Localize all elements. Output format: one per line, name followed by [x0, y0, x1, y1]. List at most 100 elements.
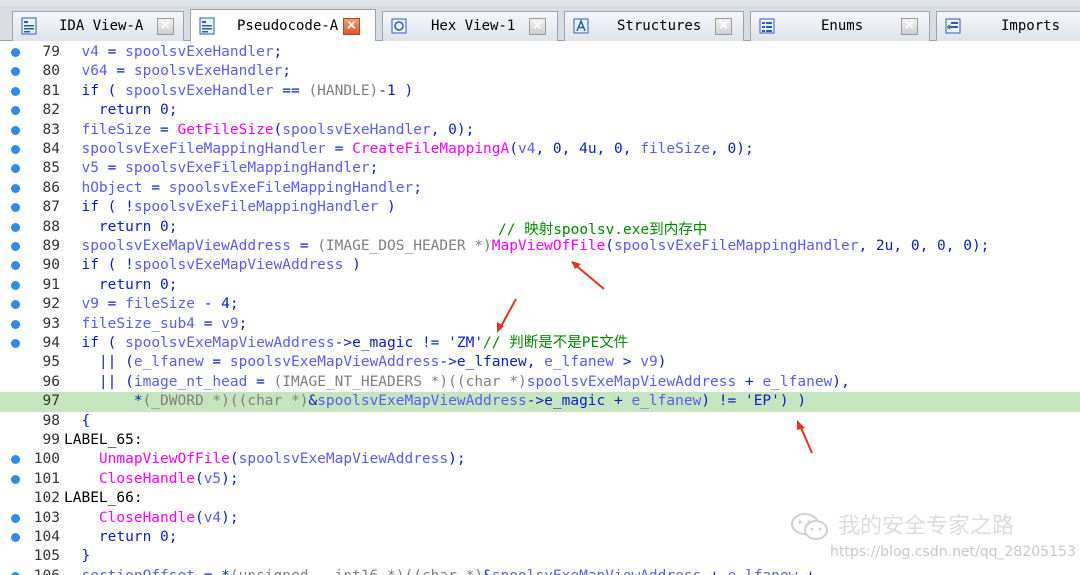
code-text: v5 = spoolsvExeFileMappingHandler;: [64, 159, 378, 178]
tab-structures[interactable]: Structures ×: [564, 11, 744, 41]
code-token: if (: [81, 82, 126, 99]
breakpoint-dot-icon[interactable]: [11, 339, 20, 348]
code-line[interactable]: 91 return 0;: [0, 276, 1080, 295]
breakpoint-dot-icon[interactable]: [11, 48, 20, 57]
code-line[interactable]: 106 sectionOffset = *(unsigned __int16 *…: [0, 567, 1080, 575]
code-line[interactable]: 81 if ( spoolsvExeHandler == (HANDLE)-1 …: [0, 82, 1080, 101]
breakpoint-dot-icon[interactable]: [11, 455, 20, 465]
breakpoint-dot-icon[interactable]: [11, 513, 20, 523]
code-token: {: [81, 412, 91, 429]
code-line[interactable]: 83 fileSize = GetFileSize(spoolsvExeHand…: [0, 121, 1080, 140]
code-line[interactable]: 84 spoolsvExeFileMappingHandler = Create…: [0, 140, 1080, 159]
code-text: }: [64, 547, 90, 566]
code-line[interactable]: 89 spoolsvExeMapViewAddress = (IMAGE_DOS…: [0, 237, 1080, 256]
close-icon[interactable]: ×: [529, 18, 546, 35]
code-line[interactable]: 99 LABEL_65:: [0, 431, 1080, 450]
identifier: e_lfanew: [133, 354, 204, 371]
breakpoint-dot-icon[interactable]: [11, 164, 20, 174]
wechat-icon: [791, 513, 828, 540]
code-token: ;: [282, 63, 292, 80]
code-line[interactable]: 79 v4 = spoolsvExeHandler;: [0, 43, 1080, 62]
code-token: =: [98, 44, 126, 60]
breakpoint-dot-icon[interactable]: [11, 319, 20, 329]
line-number: 101: [33, 470, 60, 487]
code-line[interactable]: 82 return 0;: [0, 101, 1080, 120]
breakpoint-dot-icon[interactable]: [11, 222, 20, 232]
code-text: || (image_nt_head = (IMAGE_NT_HEADERS *)…: [64, 373, 850, 392]
identifier: e_lfanew: [728, 568, 798, 575]
identifier: spoolsvExeHandler: [125, 82, 274, 99]
breakpoint-dot-icon[interactable]: [11, 145, 20, 154]
code-line[interactable]: 102 LABEL_66:: [0, 489, 1080, 508]
code-text: hObject = spoolsvExeFileMappingHandler;: [64, 179, 421, 198]
code-line[interactable]: 85 v5 = spoolsvExeFileMappingHandler;: [0, 159, 1080, 178]
breakpoint-dot-icon[interactable]: [11, 203, 20, 213]
code-text: CloseHandle(v4);: [64, 509, 239, 528]
close-icon[interactable]: ×: [157, 18, 174, 35]
tab-imports[interactable]: Imports: [936, 11, 1080, 41]
close-icon[interactable]: ×: [901, 18, 918, 35]
pseudocode-view[interactable]: 79 v4 = spoolsvExeHandler; 80 v64 = spool…: [0, 41, 1080, 575]
line-number: 94: [42, 335, 60, 351]
breakpoint-dot-icon[interactable]: [11, 183, 20, 193]
breakpoint-dot-icon[interactable]: [11, 242, 20, 251]
code-token: if (: [81, 335, 126, 351]
code-line[interactable]: 86 hObject = spoolsvExeFileMappingHandle…: [0, 179, 1080, 198]
code-line[interactable]: 95 || (e_lfanew = spoolsvExeMapViewAddre…: [0, 353, 1080, 372]
code-token: =: [151, 121, 178, 138]
code-line[interactable]: 87 if ( !spoolsvExeFileMappingHandler ): [0, 198, 1080, 217]
close-icon[interactable]: ×: [343, 18, 360, 35]
line-number: 89: [42, 238, 60, 254]
code-token: =: [107, 63, 134, 80]
code-token: || (: [98, 373, 134, 390]
breakpoint-dot-icon[interactable]: [11, 280, 20, 290]
identifier: image_nt_head: [133, 373, 248, 390]
function-name: CloseHandle: [98, 509, 195, 526]
breakpoint-dot-icon[interactable]: [11, 67, 20, 77]
code-line[interactable]: 98 {: [0, 412, 1080, 431]
code-token: , 0);: [430, 121, 475, 138]
code-line[interactable]: 92 v9 = fileSize - 4;: [0, 295, 1080, 314]
breakpoint-dot-icon[interactable]: [11, 533, 20, 542]
tab-pseudocode-a[interactable]: Pseudocode-A ×: [190, 9, 376, 42]
code-line[interactable]: 90 if ( !spoolsvExeMapViewAddress ): [0, 256, 1080, 275]
code-line[interactable]: 93 fileSize_sub4 = v9;: [0, 315, 1080, 334]
line-number: 100: [33, 451, 60, 468]
line-number: 82: [42, 102, 60, 119]
hex-view-icon: [391, 18, 407, 34]
tab-hex-view-1[interactable]: Hex View-1 ×: [382, 11, 558, 41]
identifier: fileSize: [640, 141, 711, 157]
code-line[interactable]: 101 CloseHandle(v5);: [0, 470, 1080, 489]
close-icon[interactable]: ×: [715, 18, 732, 35]
line-number: 87: [42, 199, 60, 216]
breakpoint-dot-icon[interactable]: [11, 86, 20, 96]
code-text: LABEL_66:: [64, 489, 143, 508]
code-line[interactable]: 96 || (image_nt_head = (IMAGE_NT_HEADERS…: [0, 373, 1080, 392]
breakpoint-dot-icon[interactable]: [11, 474, 20, 484]
type-cast: (IMAGE_DOS_HEADER *): [317, 238, 492, 254]
identifier: spoolsvExeFileMappingHandler: [81, 141, 326, 157]
identifier: sectionOffset: [81, 568, 195, 575]
tab-ida-view-a[interactable]: IDA View-A ×: [12, 11, 184, 41]
function-name: GetFileSize: [177, 121, 274, 138]
code-token: );: [221, 509, 239, 526]
code-text: {: [64, 412, 90, 431]
identifier: spoolsvExeHandler: [125, 44, 274, 60]
identifier: spoolsvExeHandler: [282, 121, 431, 138]
breakpoint-dot-icon[interactable]: [11, 106, 20, 116]
identifier: spoolsvExeFileMappingHandler: [168, 179, 414, 196]
breakpoint-dot-icon[interactable]: [11, 261, 20, 271]
breakpoint-dot-icon[interactable]: [11, 300, 20, 310]
tab-enums[interactable]: Enums ×: [750, 11, 930, 41]
function-name: CloseHandle: [98, 470, 195, 487]
code-line[interactable]: 97 *(_DWORD *)((char *)&spoolsvExeMapVie…: [0, 392, 1080, 412]
breakpoint-dot-icon[interactable]: [11, 125, 20, 135]
map-view-comment: // 映射spoolsv.exe到内存中: [498, 222, 708, 238]
code-text: v4 = spoolsvExeHandler;: [64, 43, 282, 62]
code-line[interactable]: 100 UnmapViewOfFile(spoolsvExeMapViewAdd…: [0, 450, 1080, 469]
code-line[interactable]: 94 if ( spoolsvExeMapViewAddress->e_magi…: [0, 334, 1080, 353]
code-line[interactable]: 80 v64 = spoolsvExeHandler;: [0, 62, 1080, 81]
